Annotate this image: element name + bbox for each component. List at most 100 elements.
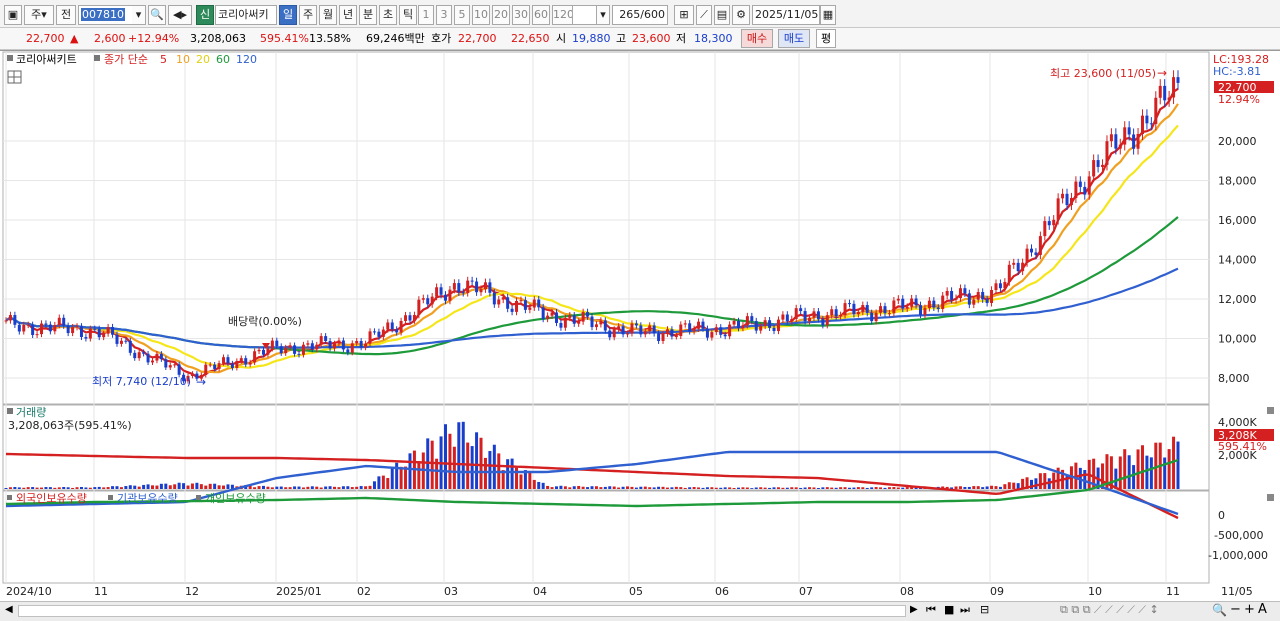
zoom-search-icon[interactable]: 🔍 [1212, 603, 1227, 617]
toggle-icon[interactable]: ⊟ [980, 603, 989, 616]
volume-bar [697, 487, 701, 489]
chart-area[interactable]: 코리아써키트 종가 단순 5 10 20 60 120 LC:193.28 HC… [0, 50, 1280, 603]
holdings-close-icon[interactable] [1267, 494, 1274, 501]
scroll-right-icon[interactable]: ▶ [910, 604, 918, 615]
code-dropdown-icon[interactable]: ▾ [132, 5, 146, 25]
ma-label-60: 60 [216, 53, 230, 66]
volume-bar [168, 485, 172, 489]
save-icon[interactable]: ▤ [714, 5, 730, 25]
new-button[interactable]: 신 [196, 5, 214, 25]
volume-bar [93, 487, 97, 489]
period-button-6[interactable]: 틱 [399, 5, 417, 25]
interval-button-4[interactable]: 20 [492, 5, 510, 25]
candle-body [461, 292, 465, 294]
draw-line-icon[interactable]: ⟋ [696, 5, 712, 25]
interval-button-3[interactable]: 10 [472, 5, 490, 25]
period-button-2[interactable]: 월 [319, 5, 337, 25]
last-icon[interactable]: ⏭ [960, 603, 970, 617]
gear-icon[interactable]: ⚙ [732, 5, 750, 25]
volume-bar [599, 487, 603, 489]
scroll-left-icon[interactable]: ◀ [5, 604, 13, 615]
candle-body [976, 292, 980, 300]
high-price: 23,600 [632, 32, 671, 45]
scroll-bar[interactable]: ◀ ▶ ⏮ ■ ⏭ ⊟ ⧉ ⧉ ⧉ ⟋ ⟋ ⟋ ⟋ ⟋ ↕ 🔍 − + A [0, 601, 1280, 621]
price-panel[interactable] [2, 51, 1210, 405]
candle-body [528, 307, 532, 310]
volume-bar [483, 457, 487, 489]
candle-body [466, 280, 470, 293]
candle-body [1003, 281, 1007, 289]
market-select[interactable]: 주▾ [24, 5, 54, 25]
volume-panel[interactable] [2, 404, 1210, 491]
interval-button-5[interactable]: 30 [512, 5, 530, 25]
candle-body [102, 333, 106, 338]
interval-button-7[interactable]: 120 [552, 5, 574, 25]
volume-bar [870, 487, 874, 489]
interval-dropdown-icon[interactable]: ▾ [596, 5, 610, 25]
stock-code-value: 007810 [81, 8, 125, 21]
stock-chart[interactable]: 코리아써키트 종가 단순 5 10 20 60 120 LC:193.28 HC… [0, 51, 1280, 604]
candle-body [355, 340, 359, 344]
volume-bar [972, 486, 976, 489]
foreign-handle-icon[interactable] [7, 495, 12, 500]
candle-body [475, 281, 479, 293]
volume-bar [430, 440, 434, 489]
zoom-out-icon[interactable]: − [1230, 602, 1241, 617]
interval-button-6[interactable]: 60 [532, 5, 550, 25]
volume-close-icon[interactable] [1267, 407, 1274, 414]
volume-handle-icon[interactable] [7, 408, 13, 414]
period-button-4[interactable]: 분 [359, 5, 377, 25]
volume-bar [985, 486, 989, 489]
candle-body [648, 325, 652, 332]
candle-body [652, 325, 656, 334]
date-field[interactable]: 2025/11/05 [752, 5, 820, 25]
buy-button[interactable]: 매수 [741, 29, 773, 48]
count-field[interactable]: 265/600 [612, 5, 668, 25]
zoom-in-icon[interactable]: + [1244, 602, 1255, 617]
chart-type-icon[interactable]: ▣ [4, 5, 22, 25]
volume-bar [577, 485, 581, 489]
candle-body [710, 332, 714, 338]
candle-body [412, 314, 416, 321]
scroll-track[interactable] [18, 605, 906, 617]
candle-body [1114, 134, 1118, 149]
volume-bar [905, 487, 909, 489]
candle-body [572, 315, 576, 324]
tool-icons[interactable]: ⧉ ⧉ ⧉ ⟋ ⟋ ⟋ ⟋ ⟋ ↕ [1060, 603, 1159, 617]
stop-icon[interactable]: ■ [944, 603, 954, 616]
candle-body [830, 309, 834, 316]
text-tool-icon[interactable]: A [1258, 602, 1267, 617]
stock-name-field[interactable]: 코리아써키 [215, 5, 277, 25]
volume-bar [794, 487, 798, 489]
sell-button[interactable]: 매도 [778, 29, 810, 48]
eval-button[interactable]: 평 [816, 29, 836, 48]
indicator-handle-icon[interactable] [94, 55, 100, 61]
first-icon[interactable]: ⏮ [926, 603, 936, 617]
volume-bar [617, 487, 621, 489]
indicator-label: 종가 단순 [104, 53, 148, 66]
interval-button-1[interactable]: 3 [436, 5, 452, 25]
candle-body [874, 312, 878, 322]
search-icon[interactable]: 🔍 [148, 5, 166, 25]
calendar-icon[interactable]: ▦ [820, 5, 836, 25]
candle-body [124, 340, 128, 342]
candle-icon[interactable]: ⊞ [674, 5, 694, 25]
x-label-13: 11 [1166, 585, 1180, 598]
interval-button-0[interactable]: 1 [418, 5, 434, 25]
period-button-0[interactable]: 일 [279, 5, 297, 25]
volume-bar [217, 485, 221, 489]
period-button-5[interactable]: 초 [379, 5, 397, 25]
period-button-3[interactable]: 년 [339, 5, 357, 25]
interval-button-2[interactable]: 5 [454, 5, 470, 25]
sound-icon[interactable]: ◀▸ [168, 5, 192, 25]
period-button-1[interactable]: 주 [299, 5, 317, 25]
volume-bar [1012, 482, 1016, 489]
volume-bar [785, 487, 789, 489]
panel-handle-icon[interactable] [7, 55, 13, 61]
candle-body [279, 346, 283, 354]
individual-handle-icon[interactable] [196, 495, 201, 500]
volume-bar [124, 486, 128, 489]
candle-body [665, 329, 669, 334]
prev-button[interactable]: 전 [56, 5, 76, 25]
institution-handle-icon[interactable] [108, 495, 113, 500]
